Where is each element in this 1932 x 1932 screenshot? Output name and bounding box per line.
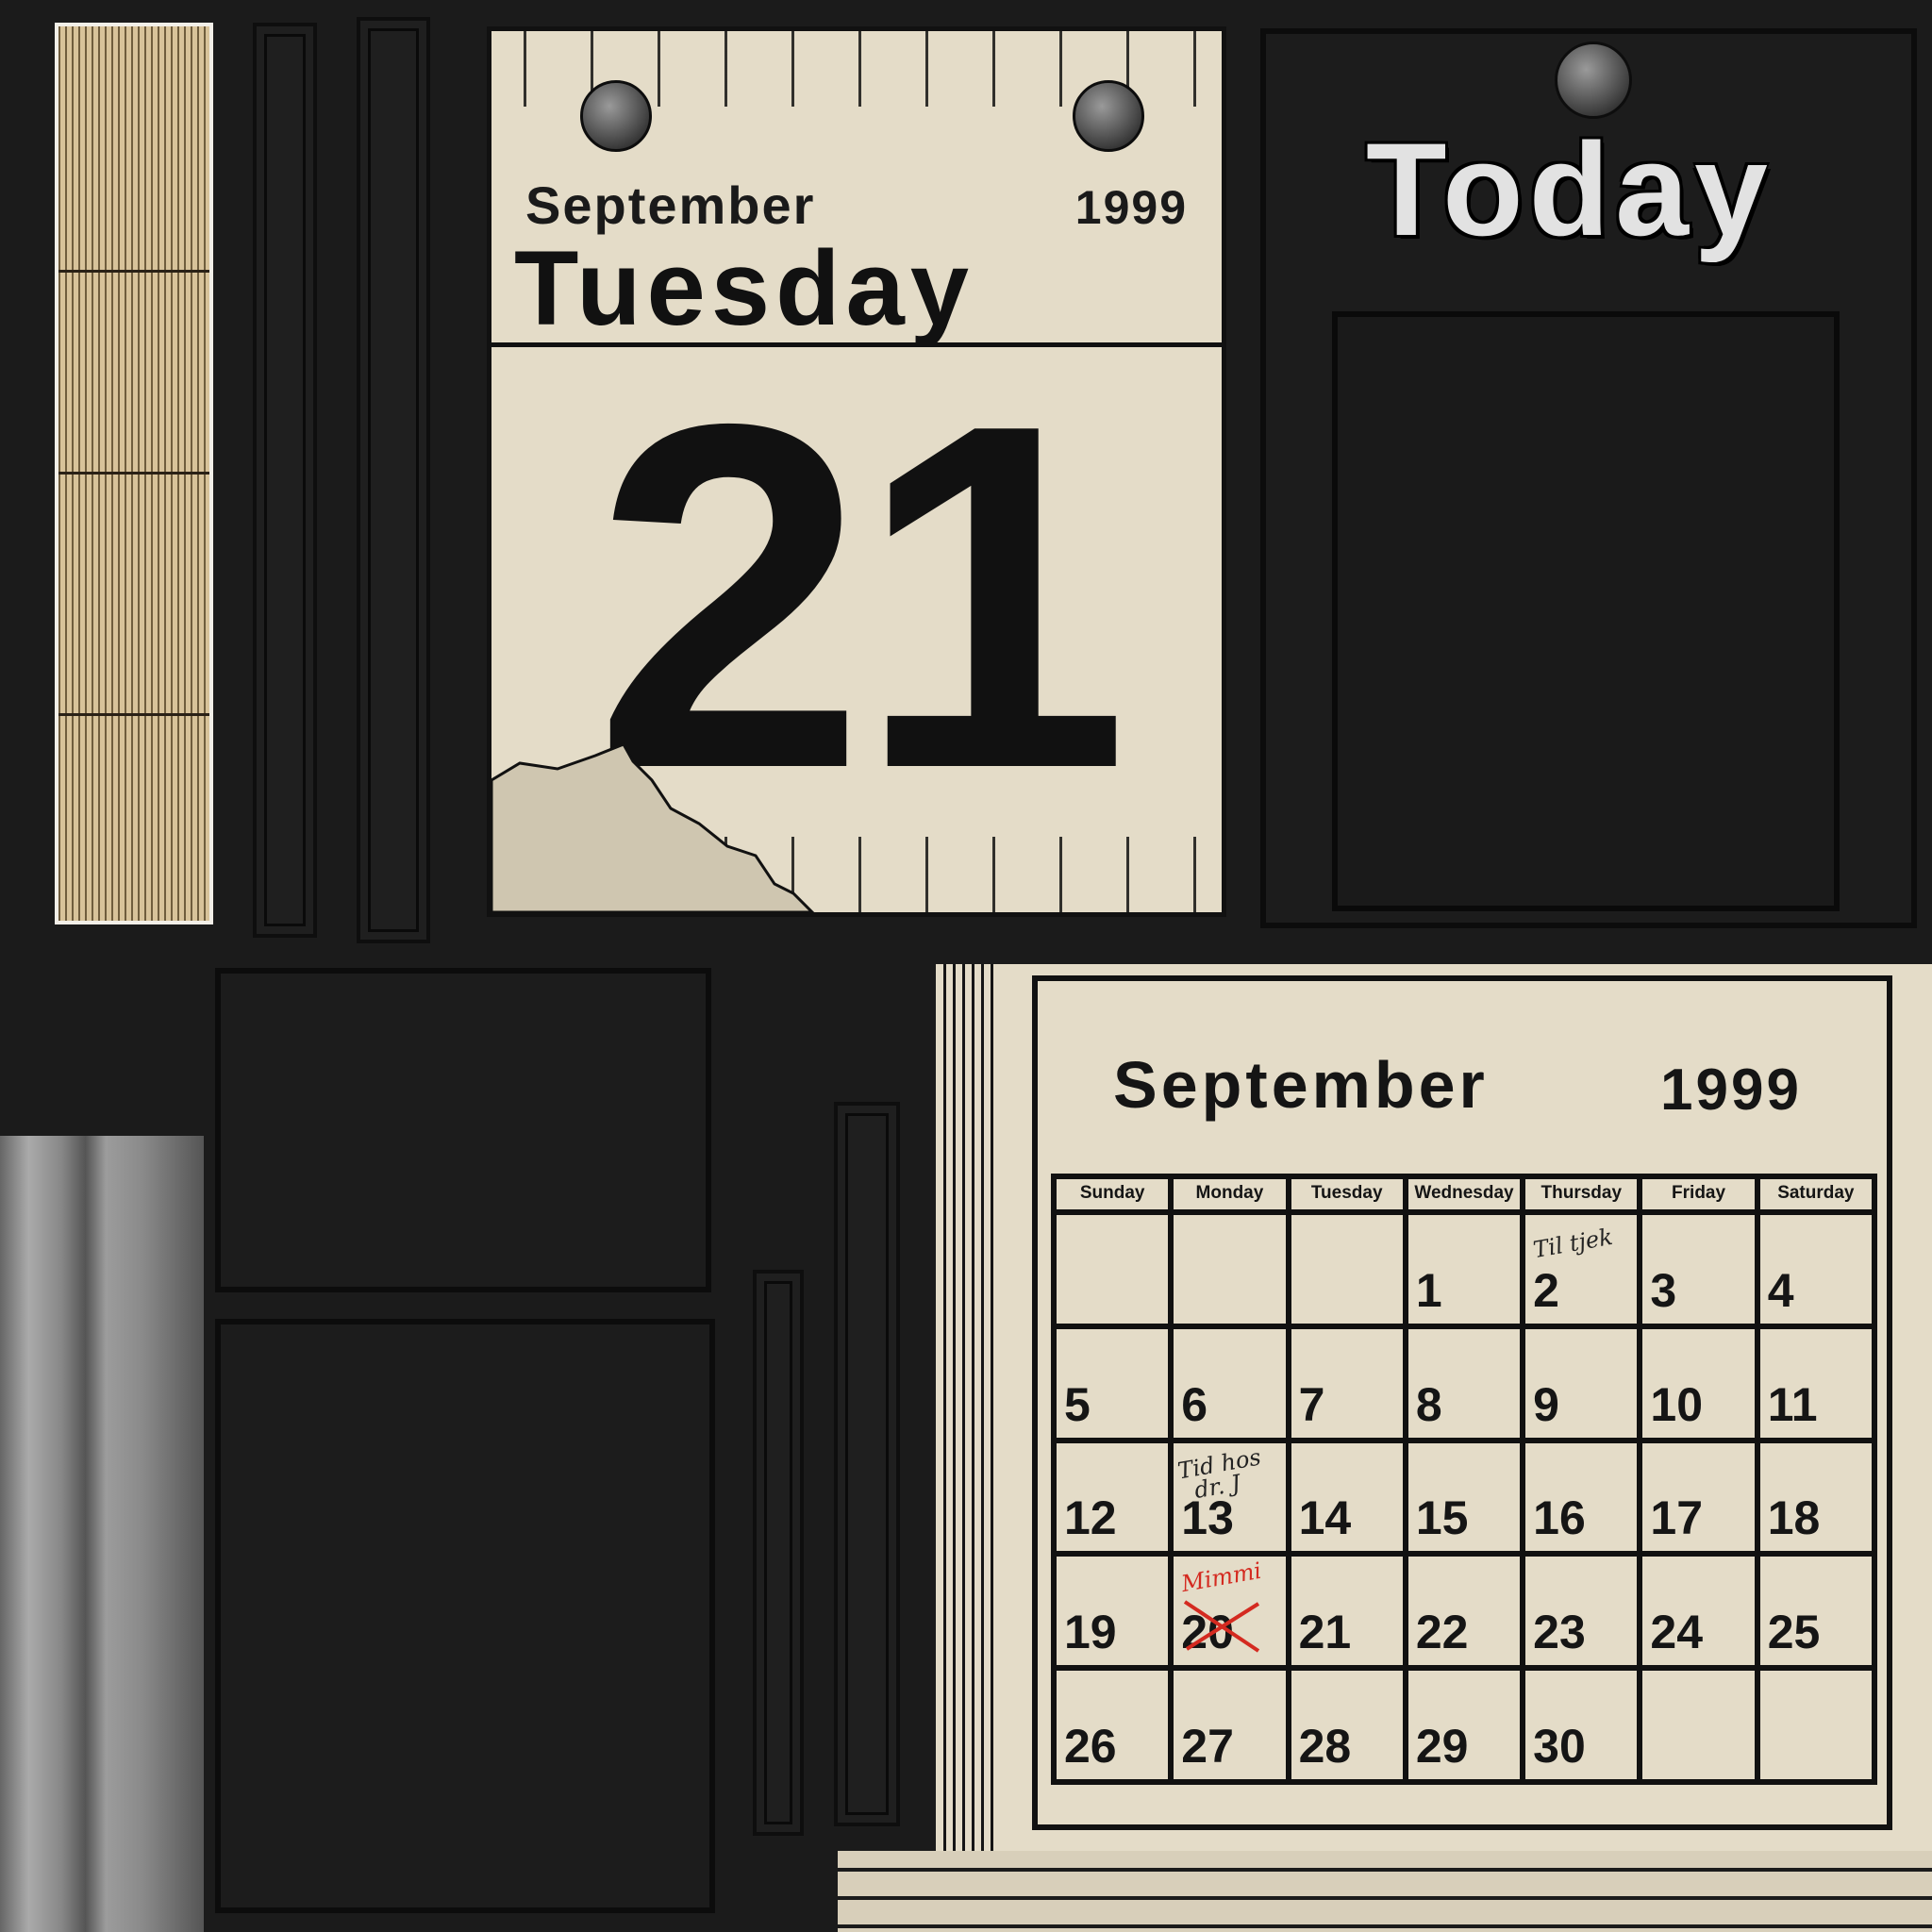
day-number: 16: [1533, 1491, 1586, 1545]
day-number: 23: [1533, 1606, 1586, 1659]
day-cell: 14: [1291, 1442, 1403, 1552]
day-cell: 18: [1759, 1442, 1872, 1552]
day-cell: 25: [1759, 1557, 1872, 1666]
day-number: 22: [1415, 1606, 1469, 1659]
vertical-bar: [253, 23, 317, 938]
day-cell: 12: [1057, 1442, 1169, 1552]
day-cell: 21: [1291, 1557, 1403, 1666]
binder-ring-icon: [1073, 80, 1144, 152]
day-cell: [1642, 1671, 1755, 1779]
monthly-month: September: [1113, 1048, 1489, 1122]
weekday-header: Wednesday: [1407, 1179, 1521, 1209]
weekday-header: Thursday: [1525, 1179, 1638, 1209]
weekday-header: Friday: [1642, 1179, 1755, 1209]
cross-out-mark: [1184, 1600, 1260, 1654]
day-number: 7: [1298, 1377, 1325, 1431]
day-cell: 5: [1057, 1328, 1169, 1438]
day-cell: [1057, 1215, 1169, 1324]
day-cell: 7: [1291, 1328, 1403, 1438]
day-number: 10: [1650, 1377, 1704, 1431]
day-cell: Mimmi 20: [1174, 1557, 1286, 1666]
day-number: 24: [1650, 1606, 1704, 1659]
day-cell: 3: [1642, 1215, 1755, 1324]
month-grid: Sunday Monday Tuesday Wednesday Thursday…: [1051, 1174, 1877, 1785]
strip-divider: [58, 270, 209, 273]
strip-divider: [58, 713, 209, 716]
day-cell: 4: [1759, 1215, 1872, 1324]
day-number: 25: [1767, 1606, 1821, 1659]
day-number: 21: [1298, 1606, 1352, 1659]
day-cell: 26: [1057, 1671, 1169, 1779]
vertical-bar: [834, 1102, 900, 1826]
day-cell: 15: [1407, 1442, 1521, 1552]
handwritten-note: Til tjek: [1531, 1223, 1615, 1264]
binder-ring-icon: [580, 80, 652, 152]
day-number: 6: [1181, 1377, 1208, 1431]
bottom-paper-strip: [838, 1851, 1932, 1932]
striped-strip: [55, 23, 213, 924]
day-cell: 27: [1174, 1671, 1286, 1779]
day-cell: 19: [1057, 1557, 1169, 1666]
weekday-header: Tuesday: [1291, 1179, 1403, 1209]
day-cell: 30: [1525, 1671, 1638, 1779]
day-number: 27: [1181, 1720, 1234, 1773]
day-number: 15: [1415, 1491, 1469, 1545]
day-cell: [1759, 1671, 1872, 1779]
day-number: 4: [1767, 1263, 1794, 1317]
day-cell: [1291, 1215, 1403, 1324]
day-number: 28: [1298, 1720, 1352, 1773]
weekday-header: Monday: [1174, 1179, 1286, 1209]
day-number: 1: [1415, 1263, 1442, 1317]
day-cell: Tid hos dr. J 13: [1174, 1442, 1286, 1552]
daily-calendar-page: September 1999 Tuesday 21: [487, 26, 1226, 917]
day-cell: 17: [1642, 1442, 1755, 1552]
day-cell: 10: [1642, 1328, 1755, 1438]
page-binding: [943, 964, 996, 1855]
day-cell: 8: [1407, 1328, 1521, 1438]
day-number: 13: [1181, 1491, 1234, 1545]
day-cell: 16: [1525, 1442, 1638, 1552]
day-number: 11: [1767, 1377, 1818, 1431]
dark-panel-small: [215, 968, 711, 1292]
day-number: 14: [1298, 1491, 1352, 1545]
day-number: 29: [1415, 1720, 1469, 1773]
day-cell: 1: [1407, 1215, 1521, 1324]
day-number: 18: [1767, 1491, 1821, 1545]
day-cell: 11: [1759, 1328, 1872, 1438]
day-number: 5: [1064, 1377, 1091, 1431]
grey-cylinder: [0, 1136, 204, 1932]
day-cell: 24: [1642, 1557, 1755, 1666]
day-number: 30: [1533, 1720, 1586, 1773]
day-cell: 29: [1407, 1671, 1521, 1779]
day-number: 9: [1533, 1377, 1559, 1431]
monthly-year: 1999: [1660, 1058, 1802, 1123]
day-cell: 6: [1174, 1328, 1286, 1438]
day-cell: 23: [1525, 1557, 1638, 1666]
day-number: 17: [1650, 1491, 1704, 1545]
day-number: 2: [1533, 1263, 1559, 1317]
today-window: [1332, 311, 1840, 911]
day-cell: 22: [1407, 1557, 1521, 1666]
day-number: 19: [1064, 1606, 1117, 1659]
day-number: 12: [1064, 1491, 1117, 1545]
day-cell: Til tjek 2: [1525, 1215, 1638, 1324]
day-cell: 9: [1525, 1328, 1638, 1438]
weekday-header: Sunday: [1057, 1179, 1169, 1209]
day-number: 3: [1650, 1263, 1677, 1317]
vertical-bar: [753, 1270, 804, 1836]
day-number: 26: [1064, 1720, 1117, 1773]
today-label: Today: [1366, 115, 1774, 263]
dark-panel-large: [215, 1319, 715, 1913]
day-cell: 28: [1291, 1671, 1403, 1779]
handwritten-note: Mimmi: [1179, 1557, 1264, 1598]
weekday-header: Saturday: [1759, 1179, 1872, 1209]
vertical-bar: [357, 17, 430, 943]
daily-year: 1999: [1074, 181, 1188, 234]
torn-corner: [491, 742, 815, 912]
day-cell: [1174, 1215, 1286, 1324]
day-number: 8: [1415, 1377, 1442, 1431]
strip-divider: [58, 472, 209, 475]
binder-ring-icon: [1555, 42, 1632, 119]
